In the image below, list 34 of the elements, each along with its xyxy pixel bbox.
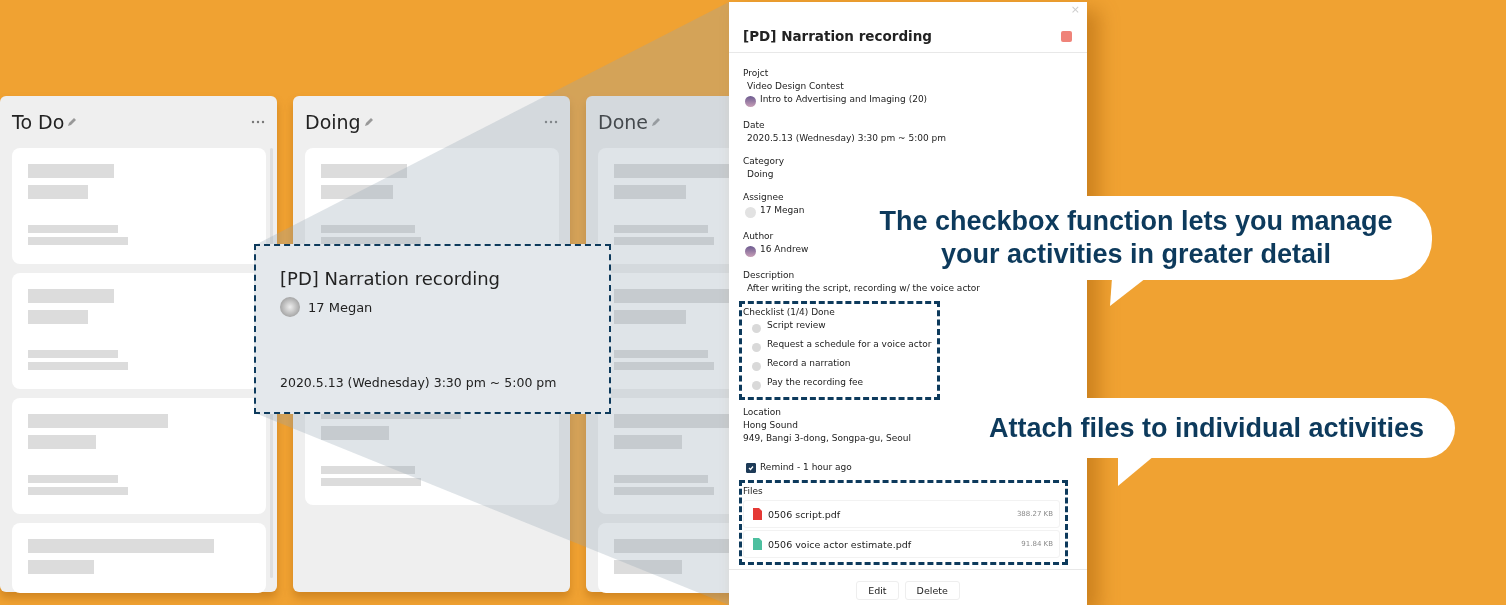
column-title: To Do [12,111,65,133]
location-line: 949, Bangi 3-dong, Songpa-gu, Seoul [743,432,911,445]
remind-label: Remind - 1 hour ago [760,461,852,474]
field-value: After writing the script, recording w/ the voice actor [746,282,982,295]
edit-button[interactable]: Edit [856,581,899,600]
field-label: Author [743,230,774,243]
person-name: 16 Andrew [760,243,809,256]
field-value: Video Design Contest [746,80,845,93]
column-title: Done [598,111,648,133]
location-line: Hong Sound [743,419,798,432]
field-value: Doing [746,168,775,181]
file-name: 0506 script.pdf [768,508,842,520]
course-name: Intro to Advertising and Imaging (20) [760,93,928,106]
field-label: Category [743,155,785,168]
files-title: Files [743,485,763,498]
field-label: Assignee [743,191,784,204]
checklist-item: Script review [767,319,826,332]
card-date: 2020.5.13 (Wednesday) 3:30 pm ~ 5:00 pm [280,375,558,390]
checklist-title: Checklist (1/4) Done [743,306,835,319]
field-value: 2020.5.13 (Wednesday) 3:30 pm ~ 5:00 pm [746,132,948,145]
field-label: Projct [743,67,769,80]
column-title: Doing [305,111,361,133]
checklist-item: Pay the recording fee [767,376,864,389]
assignee-name: 17 Megan [308,299,373,315]
field-label: Location [743,406,782,419]
card-title: [PD] Narration recording [280,268,502,289]
panel-title: [PD] Narration recording [743,28,933,44]
checklist-item: Record a narration [767,357,851,370]
field-label: Description [743,269,795,282]
delete-button[interactable]: Delete [904,581,960,600]
person-name: 17 Megan [760,204,805,217]
field-label: Date [743,119,765,132]
file-name: 0506 voice actor estimate.pdf [768,538,913,550]
checklist-item: Request a schedule for a voice actor [767,338,932,351]
